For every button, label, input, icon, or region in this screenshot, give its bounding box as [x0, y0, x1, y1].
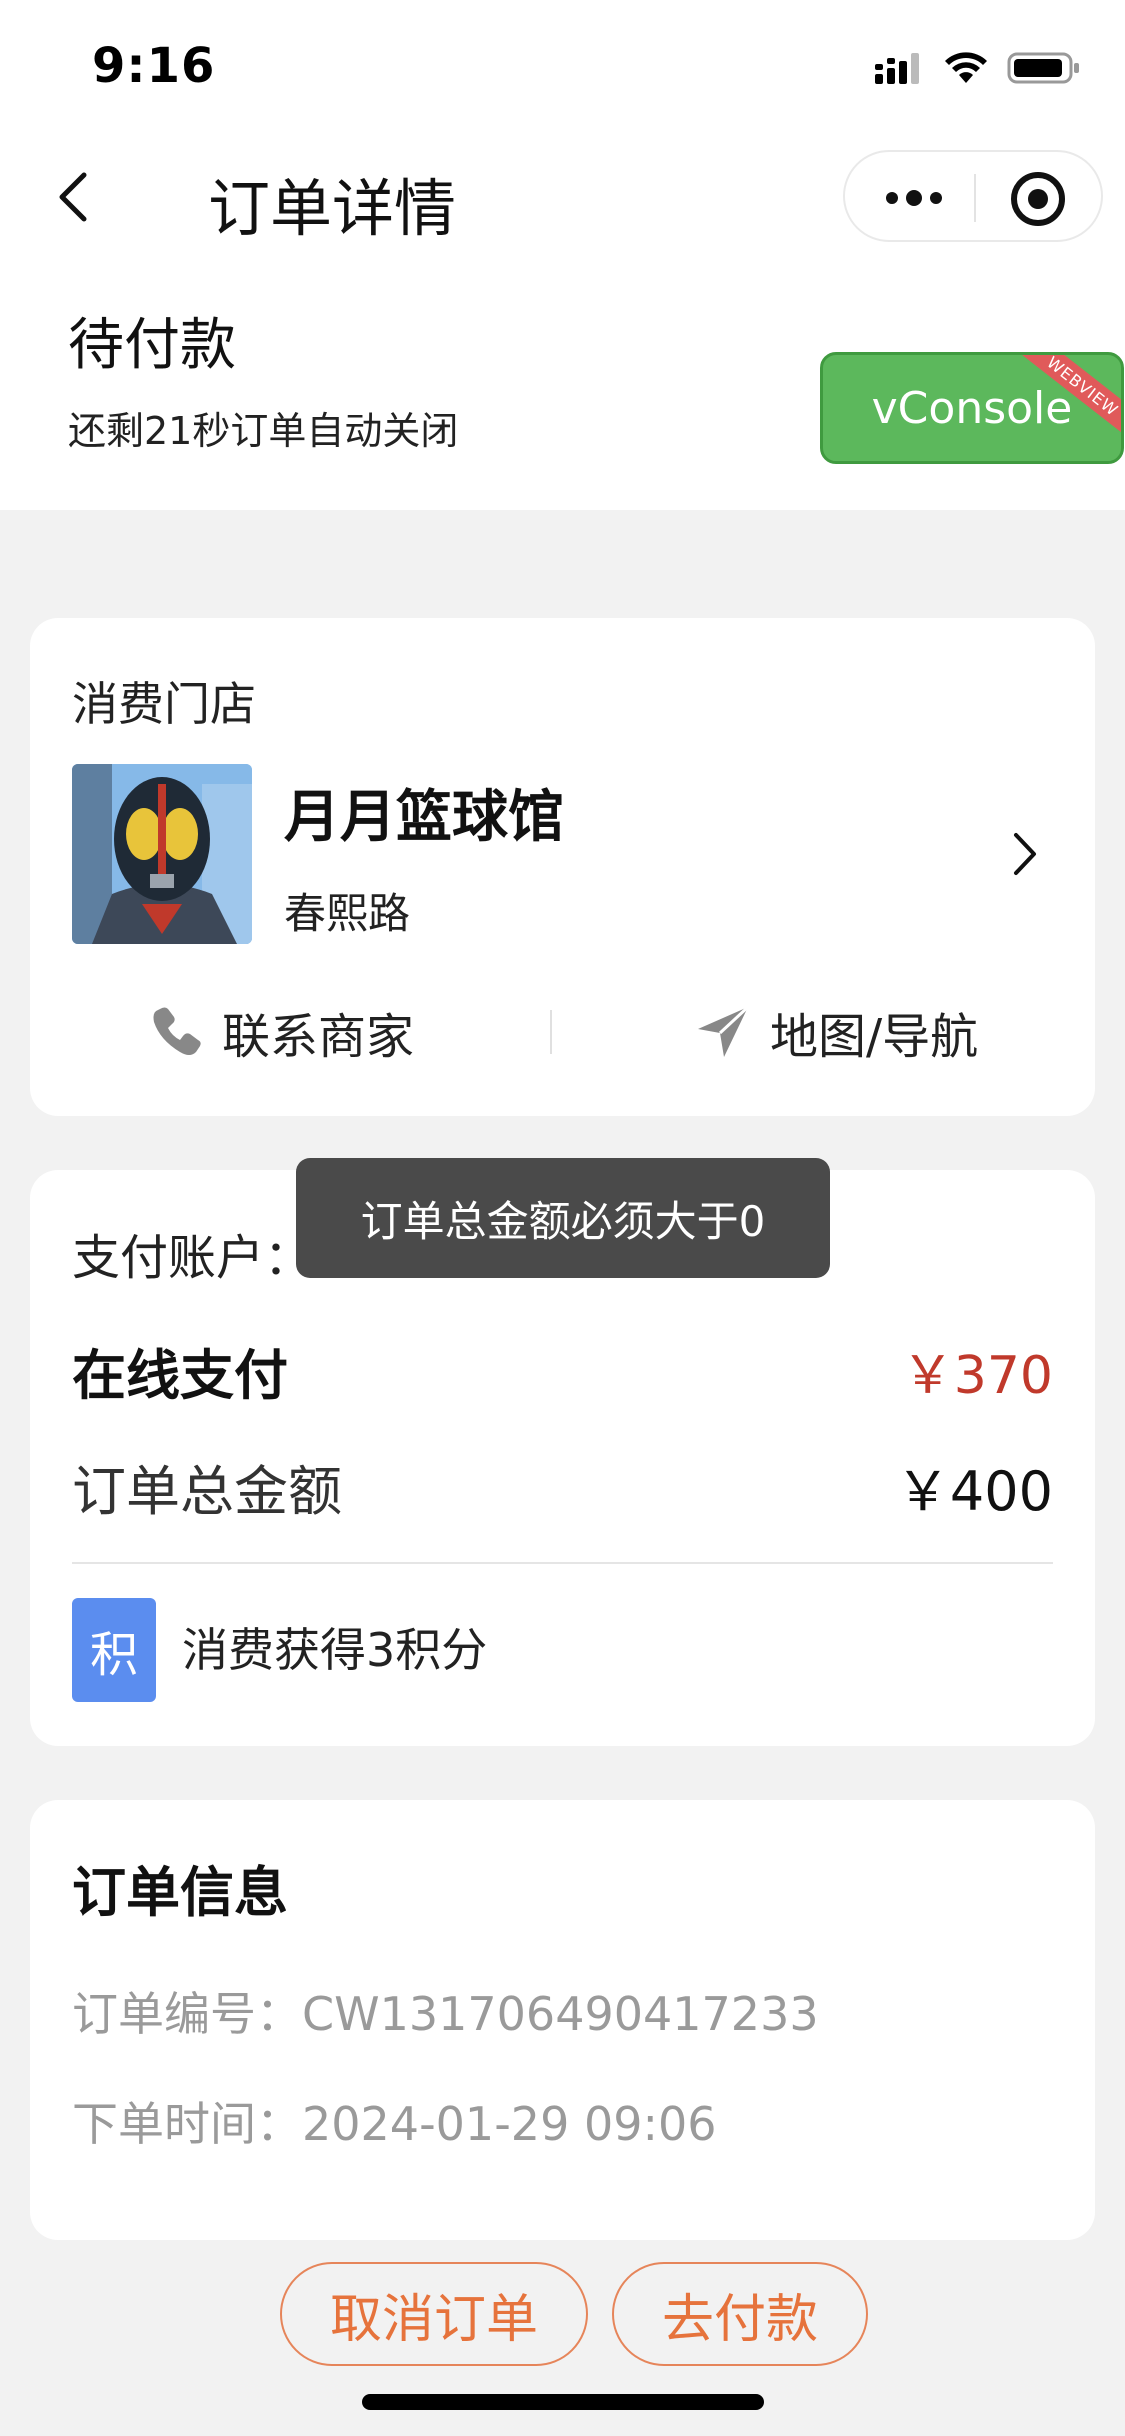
points-text: 消费获得3积分	[182, 1623, 488, 1677]
store-image[interactable]	[72, 764, 252, 944]
map-navigation-label: 地图/导航	[770, 1009, 979, 1065]
map-navigation-button[interactable]: 地图/导航	[694, 992, 978, 1072]
store-detail-button[interactable]	[1005, 824, 1045, 884]
order-number: 订单编号：CW131706490417233	[72, 1987, 819, 2041]
cancel-order-button[interactable]: 取消订单	[280, 2262, 588, 2366]
online-payment-amount: ￥370	[901, 1345, 1053, 1406]
more-dots-icon	[886, 190, 942, 206]
points-badge: 积	[72, 1598, 156, 1702]
store-photo	[72, 764, 252, 944]
pay-button[interactable]: 去付款	[612, 2262, 868, 2366]
store-address: 春熙路	[284, 889, 411, 938]
more-button[interactable]	[879, 174, 949, 222]
contact-merchant-label: 联系商家	[222, 1009, 415, 1065]
toast-message: 订单总金额必须大于0	[296, 1158, 830, 1278]
vconsole-label: vConsole	[871, 382, 1073, 434]
screen: 9:16 订单详情 待付款 还剩21秒订单自动关闭 vConsole WEBVI…	[0, 0, 1125, 2436]
order-total-label: 订单总金额	[72, 1459, 342, 1523]
target-icon	[1011, 172, 1065, 226]
store-actions: 联系商家 地图/导航	[30, 992, 1095, 1072]
store-card: 消费门店 月月篮球馆 春熙路 联系商家 地图/导航	[30, 618, 1095, 1116]
capsule-divider	[974, 174, 976, 222]
order-info-card: 订单信息 订单编号：CW131706490417233 下单时间：2024-01…	[30, 1800, 1095, 2240]
phone-icon	[153, 1007, 201, 1055]
order-total-row: 订单总金额 ￥400	[72, 1446, 1053, 1526]
close-miniprogram-button[interactable]	[1005, 166, 1071, 232]
store-name: 月月篮球馆	[284, 785, 564, 850]
home-indicator	[362, 2394, 764, 2410]
order-countdown: 还剩21秒订单自动关闭	[68, 409, 459, 453]
nav-bar: 订单详情	[0, 140, 1125, 255]
online-payment-label: 在线支付	[72, 1343, 288, 1407]
order-total-amount: ￥400	[895, 1459, 1053, 1523]
chevron-left-icon	[59, 172, 87, 222]
wifi-icon	[945, 52, 987, 83]
page-title: 订单详情	[208, 172, 457, 245]
order-time: 下单时间：2024-01-29 09:06	[72, 2097, 717, 2151]
navigation-arrow-icon	[698, 1005, 750, 1057]
header-area: 9:16 订单详情 待付款 还剩21秒订单自动关闭 vConsole WEBVI…	[0, 0, 1125, 510]
vconsole-button[interactable]: vConsole WEBVIEW	[820, 352, 1124, 464]
store-heading: 消费门店	[72, 677, 256, 731]
chevron-right-icon	[1014, 833, 1036, 875]
payment-account-label: 支付账户：	[72, 1230, 313, 1286]
order-info-heading: 订单信息	[72, 1861, 288, 1924]
status-bar: 9:16	[0, 0, 1125, 140]
status-icons	[873, 50, 1081, 86]
contact-merchant-button[interactable]: 联系商家	[148, 992, 414, 1072]
order-status: 待付款	[68, 313, 236, 378]
back-button[interactable]	[44, 162, 104, 232]
actions-divider	[550, 1010, 552, 1054]
battery-icon	[1007, 52, 1079, 84]
payment-divider	[72, 1562, 1053, 1564]
miniprogram-capsule	[843, 150, 1103, 242]
status-time: 9:16	[92, 38, 216, 94]
signal-icon	[875, 53, 919, 84]
online-payment-row: 在线支付 ￥370	[72, 1330, 1053, 1410]
